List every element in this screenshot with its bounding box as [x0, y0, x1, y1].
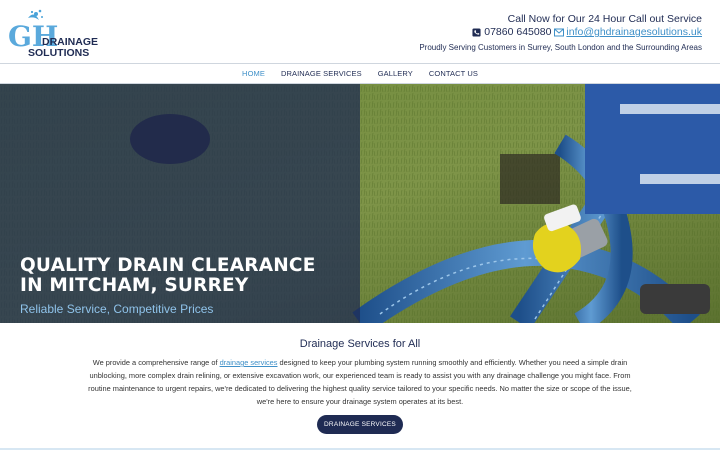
service-area-text: Proudly Serving Customers in Surrey, Sou… — [419, 43, 702, 52]
site-logo[interactable]: GH DRAINAGE SOLUTIONS — [6, 8, 106, 58]
services-intro-section: Drainage Services for All We provide a c… — [0, 323, 720, 450]
call-now-text: Call Now for Our 24 Hour Call out Servic… — [507, 13, 702, 25]
hero-subtitle: Reliable Service, Competitive Prices — [20, 302, 214, 316]
nav-drainage-services[interactable]: DRAINAGE SERVICES — [273, 69, 370, 78]
site-header: GH DRAINAGE SOLUTIONS Call Now for Our 2… — [0, 0, 720, 63]
nav-home[interactable]: HOME — [234, 69, 273, 78]
section-body: We provide a comprehensive range of drai… — [80, 356, 640, 408]
phone-icon — [472, 28, 481, 37]
header-contact: Call Now for Our 24 Hour Call out Servic… — [419, 13, 702, 54]
nav-gallery[interactable]: GALLERY — [370, 69, 421, 78]
phone-number[interactable]: 07860 645080 — [484, 26, 551, 39]
main-nav: HOME DRAINAGE SERVICES GALLERY CONTACT U… — [0, 63, 720, 84]
envelope-icon — [554, 28, 565, 37]
nav-contact-us[interactable]: CONTACT US — [421, 69, 486, 78]
drainage-services-button[interactable]: DRAINAGE SERVICES — [317, 415, 403, 434]
section-title: Drainage Services for All — [299, 338, 421, 350]
drainage-services-link[interactable]: drainage services — [220, 358, 278, 367]
logo-line2: SOLUTIONS — [28, 47, 89, 58]
email-link[interactable]: info@ghdrainagesolutions.uk — [566, 26, 702, 39]
body-text-start: We provide a comprehensive range of — [92, 358, 220, 367]
hero-banner: QUALITY DRAIN CLEARANCE IN MITCHAM, SURR… — [0, 84, 720, 323]
contact-line: 07860 645080 info@ghdrainagesolutions.uk — [419, 26, 702, 39]
hero-title: QUALITY DRAIN CLEARANCE IN MITCHAM, SURR… — [20, 255, 316, 296]
